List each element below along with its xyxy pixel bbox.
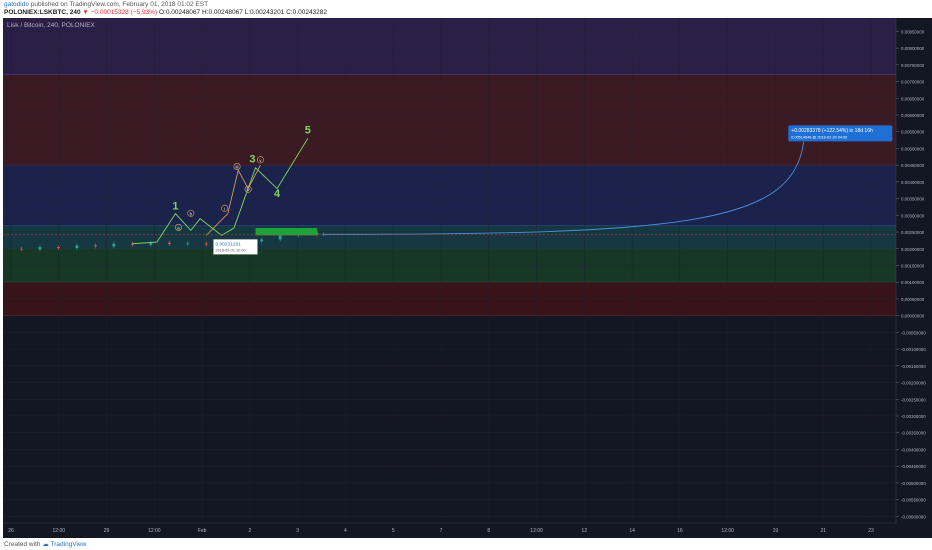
brand-link[interactable]: TradingView: [51, 541, 87, 548]
candle-body: [38, 247, 42, 250]
y-tick-label: 0.00650000: [901, 96, 925, 101]
y-tick-label: -0.00150000: [901, 364, 926, 369]
y-tick-label: 0.00200000: [901, 247, 925, 252]
x-tick-label: 12: [582, 528, 588, 534]
x-tick-label: 4: [344, 528, 347, 534]
y-tick-label: -0.00050000: [901, 330, 926, 335]
y-tick-label: -0.00300000: [901, 414, 926, 419]
candle-body: [149, 242, 153, 245]
symbol-label: POLONIEX:LSKBTC, 240: [4, 9, 81, 16]
x-tick-label: 12:00: [530, 528, 543, 534]
projection-callout-change: +0.00283378 (+122.54%) in 18d 16h: [791, 128, 873, 134]
y-tick-label: -0.00350000: [901, 431, 926, 436]
y-tick-label: 0.00750000: [901, 63, 925, 68]
wave-label: 4: [274, 188, 281, 200]
change-label: ▼ −0.00015328 (−5.93%): [82, 9, 158, 16]
x-tick-label: 23: [868, 528, 874, 534]
y-tick-label: 0.00000000: [901, 314, 925, 319]
y-tick-label: 0.00250000: [901, 230, 925, 235]
candle-body: [57, 247, 60, 249]
y-tick-label: -0.00100000: [901, 347, 926, 352]
x-tick-label: 19: [773, 528, 779, 534]
candle-body: [260, 239, 264, 242]
x-tick-label: 8: [487, 528, 490, 534]
x-tick-label: Feb: [198, 528, 207, 534]
y-tick-label: 0.00350000: [901, 197, 925, 202]
x-tick-label: 29: [104, 528, 110, 534]
y-tick-label: 0.00700000: [901, 80, 925, 85]
x-tick-label: 3: [296, 528, 299, 534]
candle-body: [93, 245, 97, 247]
low-label-price: 0.00231261: [215, 241, 241, 247]
sub-wave-label: i: [224, 206, 225, 211]
y-tick-label: 0.00150000: [901, 263, 925, 268]
published-text: published on TradingView.com, February 0…: [30, 1, 209, 8]
y-tick-label: 0.00100000: [901, 280, 925, 285]
candle-body: [186, 243, 190, 245]
created-with-text: Created with: [4, 541, 41, 548]
x-tick-label: 7: [440, 528, 443, 534]
y-tick-label: -0.00450000: [901, 464, 926, 469]
symbol-info: POLONIEX:LSKBTC, 240 ▼ −0.00015328 (−5.9…: [4, 9, 327, 16]
x-tick-label: 12:00: [53, 528, 66, 534]
price-chart[interactable]: 1345abiiiiivv 0.0024328201:57:560.002312…: [3, 18, 932, 538]
zone-teal: [3, 225, 896, 249]
zone-purple: [3, 18, 896, 75]
footer: Created with ☁ TradingView: [0, 538, 932, 550]
tradingview-logo-icon: ☁: [42, 541, 49, 548]
x-tick-label: 12:00: [721, 528, 734, 534]
zone-red: [3, 74, 896, 166]
x-tick-label: 21: [820, 528, 826, 534]
y-tick-label: 0.00400000: [901, 180, 925, 185]
candle-body: [20, 248, 23, 250]
x-axis-background: [3, 523, 932, 538]
candle-body: [204, 243, 208, 245]
y-tick-label: 0.00600000: [901, 113, 925, 118]
candle-body: [167, 242, 171, 245]
y-tick-label: 0.00550000: [901, 130, 925, 135]
sub-wave-label: iii: [236, 164, 239, 169]
publish-info: gatodido published on TradingView.com, F…: [4, 1, 208, 8]
ohlc-label: O:0.00248067 H:0.00248067 L:0.00243201 C…: [158, 9, 328, 16]
x-tick-label: 12:00: [148, 528, 161, 534]
y-tick-label: -0.00500000: [901, 481, 926, 486]
publish-header: gatodido published on TradingView.com, F…: [0, 0, 932, 18]
y-tick-label: -0.00550000: [901, 498, 926, 503]
y-tick-label: 0.00050000: [901, 297, 925, 302]
x-tick-label: 26: [8, 528, 14, 534]
y-tick-label: 0.00800000: [901, 46, 925, 51]
x-tick-label: 16: [677, 528, 683, 534]
y-tick-label: -0.00400000: [901, 447, 926, 452]
projection-callout-target: 0.00514646 @ 2018-02-20 04:00: [791, 135, 847, 139]
candle-body: [112, 243, 116, 247]
y-tick-label: 0.00300000: [901, 213, 925, 218]
wave-label: 5: [305, 124, 311, 136]
y-tick-label: 0.00850000: [901, 29, 925, 34]
y-tick-label: -0.00200000: [901, 381, 926, 386]
y-tick-label: -0.00250000: [901, 397, 926, 402]
chart-area[interactable]: 1345abiiiiivv 0.0024328201:57:560.002312…: [3, 18, 932, 538]
wave-label: 3: [249, 153, 255, 165]
y-axis[interactable]: 0.00850000 0.00800000 0.00750000 0.00700000…: [895, 18, 932, 538]
chart-title: Lisk / Bitcoin, 240, POLONIEX: [7, 22, 95, 29]
y-tick-label: 0.00500000: [901, 146, 925, 151]
zone-blue: [3, 165, 896, 226]
x-axis[interactable]: 26 12:00 29 12:00 Feb 2 3 4 5 7 8 12:00 12 14 16 12:00 1…: [3, 522, 932, 538]
wave-label: 1: [172, 200, 178, 212]
y-tick-label: 0.00450000: [901, 163, 925, 168]
author-link[interactable]: gatodido: [4, 1, 29, 8]
y-tick-label: -0.00600000: [901, 514, 926, 519]
low-label-date: 2018-02-01 12:00: [215, 248, 245, 252]
x-tick-label: 14: [629, 528, 635, 534]
candle-body: [75, 245, 79, 249]
zone-layer: [3, 18, 896, 316]
x-tick-label: 2: [248, 528, 251, 534]
x-tick-label: 5: [392, 528, 395, 534]
candle-body: [278, 235, 282, 240]
